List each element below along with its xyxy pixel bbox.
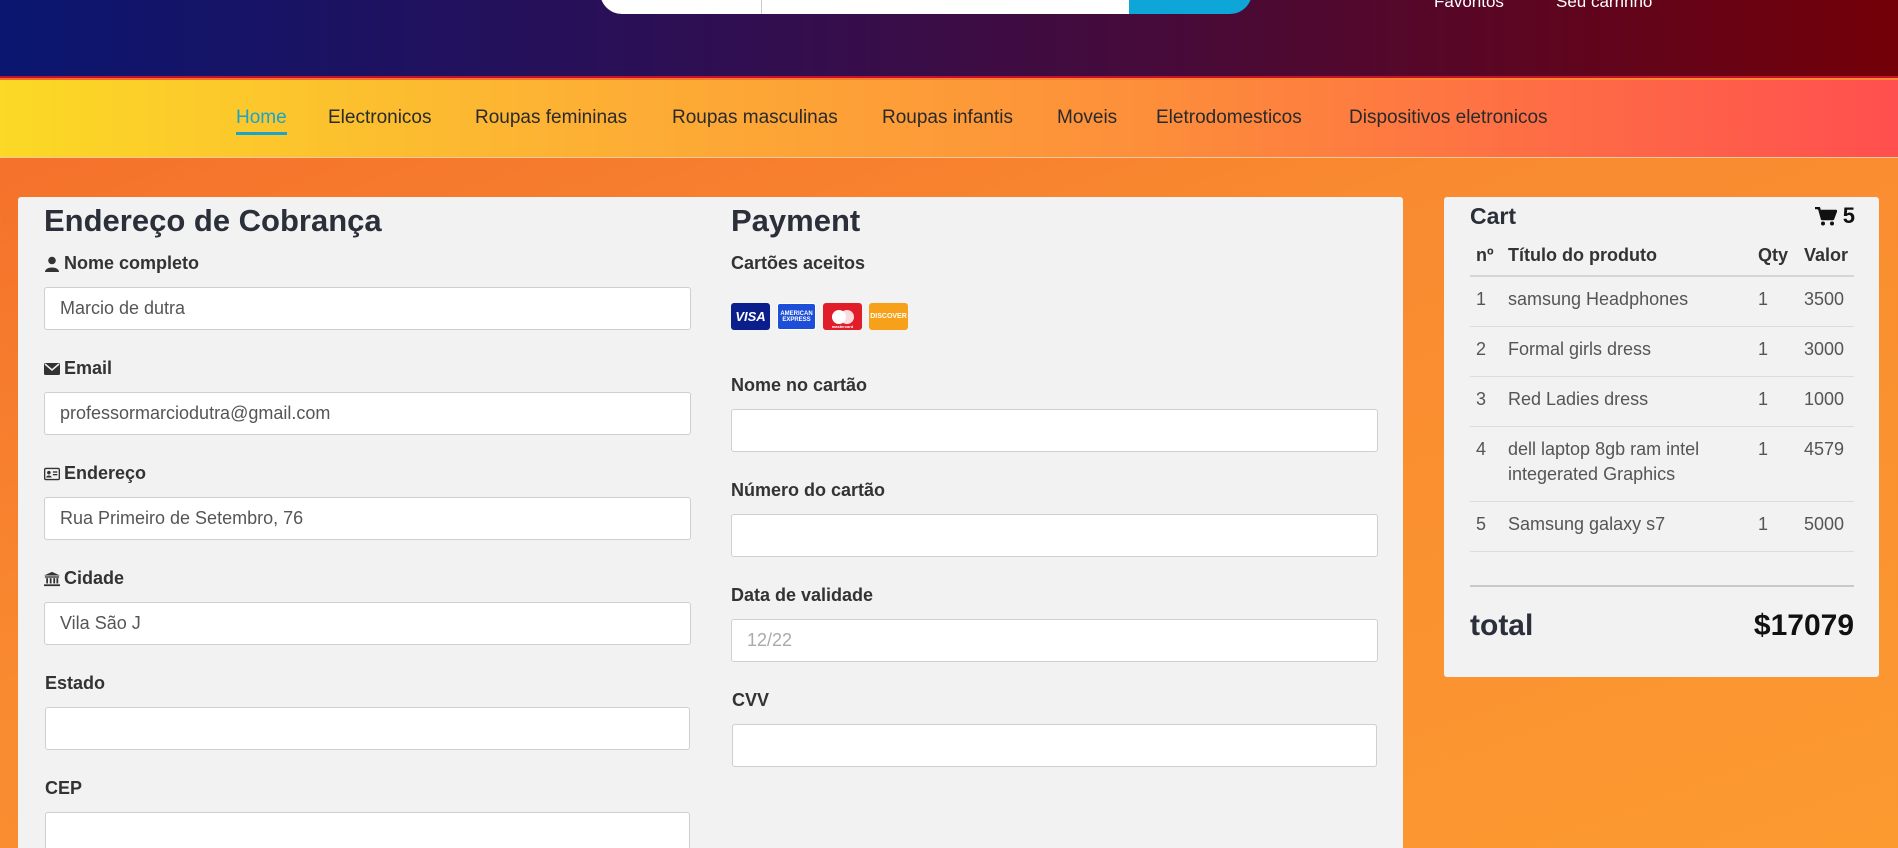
email-input[interactable] [44, 392, 691, 435]
nav-item-roupas-masculinas[interactable]: Roupas masculinas [672, 107, 838, 129]
accepted-cards: VISA AMERICAN EXPRESS mastercard DISCOVE… [731, 303, 908, 330]
row-value: 1000 [1797, 376, 1854, 427]
favorites-link[interactable]: Favoritos [1434, 0, 1504, 12]
row-title: Samsung galaxy s7 [1502, 501, 1752, 552]
institution-icon [44, 571, 60, 586]
table-row: 5 Samsung galaxy s7 1 5000 [1470, 501, 1854, 552]
zip-input[interactable] [45, 812, 690, 848]
card-name-label: Nome no cartão [731, 375, 868, 395]
row-value: 3000 [1797, 326, 1854, 377]
address-input[interactable] [44, 497, 691, 540]
city-input[interactable] [44, 602, 691, 645]
state-input[interactable] [45, 707, 690, 750]
full-name-input[interactable] [44, 287, 691, 330]
row-number: 2 [1470, 326, 1502, 377]
nav-item-electronicos[interactable]: Electronicos [328, 107, 432, 129]
expiry-input[interactable] [731, 619, 1378, 662]
city-label-text: Cidade [64, 568, 125, 588]
zip-label: CEP [45, 778, 83, 798]
address-label: Endereço [44, 463, 146, 484]
accepted-cards-label: Cartões aceitos [731, 253, 866, 273]
col-value: Valor [1797, 241, 1854, 277]
category-nav: Home Electronicos Roupas femininas Roupa… [0, 80, 1898, 158]
cart-count-value: 5 [1842, 203, 1855, 228]
row-title: Formal girls dress [1502, 326, 1752, 377]
row-qty: 1 [1751, 276, 1798, 327]
nav-item-roupas-femininas[interactable]: Roupas femininas [475, 107, 627, 129]
shopping-cart-icon [1814, 206, 1837, 225]
billing-title: Endereço de Cobrança [44, 203, 382, 238]
nav-item-moveis[interactable]: Moveis [1057, 107, 1117, 129]
cart-title: Cart [1470, 203, 1517, 229]
card-name-input[interactable] [731, 409, 1378, 452]
row-number: 5 [1470, 501, 1502, 552]
cart-table-header: nº Título do produto Qty Valor [1470, 241, 1854, 277]
cart-total-divider [1470, 585, 1854, 587]
checkout-form-panel: Endereço de Cobrança Nome completo Email… [18, 197, 1403, 848]
row-qty: 1 [1751, 376, 1798, 427]
col-number: nº [1470, 241, 1502, 277]
state-label: Estado [45, 673, 106, 693]
table-row: 3 Red Ladies dress 1 1000 [1470, 376, 1854, 427]
nav-item-roupas-infantis[interactable]: Roupas infantis [882, 107, 1013, 129]
top-header: Favoritos Seu carrinho [0, 0, 1898, 78]
nav-item-home[interactable]: Home [236, 107, 287, 135]
expiry-label: Data de validade [731, 585, 874, 605]
row-qty: 1 [1751, 501, 1798, 552]
row-title: dell laptop 8gb ram intel integerated Gr… [1502, 426, 1752, 502]
address-label-text: Endereço [64, 463, 147, 483]
row-number: 1 [1470, 276, 1502, 327]
address-card-icon [44, 467, 60, 480]
search-category-select[interactable] [600, 0, 762, 14]
search-button[interactable] [1129, 0, 1252, 14]
amex-card-icon: AMERICAN EXPRESS [777, 303, 816, 330]
row-value: 4579 [1797, 426, 1854, 502]
row-title: samsung Headphones [1502, 276, 1752, 327]
cart-count: 5 [1814, 203, 1855, 229]
row-number: 3 [1470, 376, 1502, 427]
row-value: 3500 [1797, 276, 1854, 327]
table-row: 2 Formal girls dress 1 3000 [1470, 326, 1854, 377]
cart-table: nº Título do produto Qty Valor 1 samsung… [1470, 241, 1854, 552]
mastercard-card-icon: mastercard [823, 303, 862, 330]
cart-panel: Cart 5 nº Título do produto Qty Valor 1 … [1444, 197, 1879, 677]
table-row: 4 dell laptop 8gb ram intel integerated … [1470, 426, 1854, 502]
row-value: 5000 [1797, 501, 1854, 552]
discover-card-icon: DISCOVER [869, 303, 908, 330]
cart-link[interactable]: Seu carrinho [1556, 0, 1652, 12]
row-qty: 1 [1751, 326, 1798, 377]
city-label: Cidade [44, 568, 124, 589]
search-input[interactable] [762, 0, 1129, 14]
envelope-icon [44, 362, 60, 375]
row-qty: 1 [1751, 426, 1798, 502]
nav-item-dispositivos-eletronicos[interactable]: Dispositivos eletronicos [1349, 107, 1548, 129]
cart-total-label: total [1470, 609, 1534, 642]
payment-title: Payment [731, 203, 861, 238]
mastercard-text: mastercard [831, 324, 854, 329]
cvv-label: CVV [732, 690, 770, 710]
row-number: 4 [1470, 426, 1502, 502]
name-label-text: Nome completo [64, 253, 200, 273]
table-row: 1 samsung Headphones 1 3500 [1470, 276, 1854, 327]
email-label: Email [44, 358, 112, 379]
card-number-input[interactable] [731, 514, 1378, 557]
col-qty: Qty [1751, 241, 1798, 277]
col-title: Título do produto [1502, 241, 1752, 277]
user-icon [45, 256, 59, 272]
nav-item-eletrodomesticos[interactable]: Eletrodomesticos [1156, 107, 1302, 129]
cvv-input[interactable] [732, 724, 1377, 767]
search-bar [600, 0, 1252, 14]
name-label: Nome completo [44, 253, 199, 274]
email-label-text: Email [64, 358, 113, 378]
cart-total-value: $17079 [1753, 609, 1854, 642]
card-number-label: Número do cartão [731, 480, 886, 500]
row-title: Red Ladies dress [1502, 376, 1752, 427]
visa-card-icon: VISA [731, 303, 770, 330]
